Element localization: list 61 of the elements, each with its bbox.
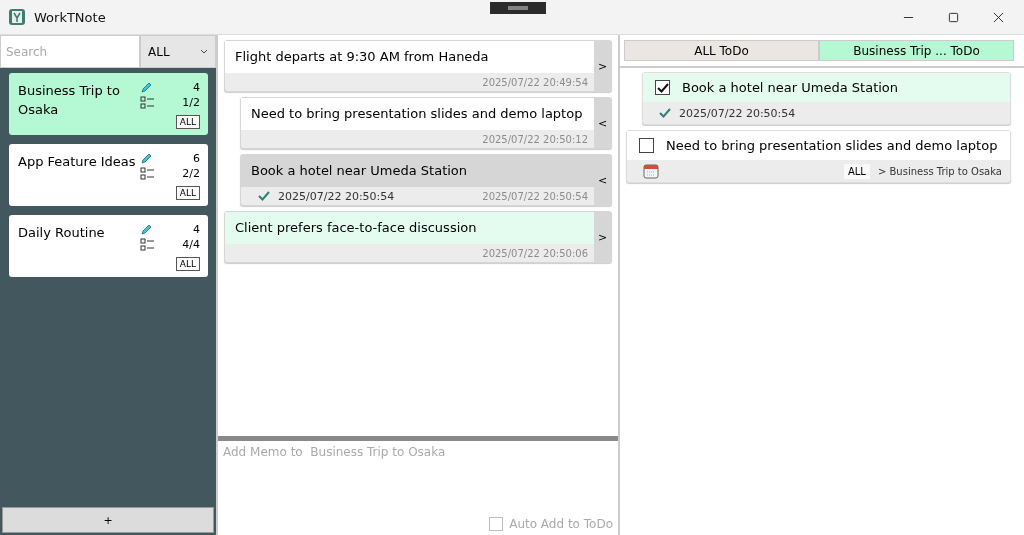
checklist-icon	[140, 96, 155, 109]
category-card[interactable]: Business Trip to Osaka 4 1/2 ALL	[9, 73, 208, 135]
memo-card[interactable]: Client prefers face-to-face discussion 2025/07/22 20:50:06 >	[224, 211, 612, 263]
all-button[interactable]: ALL	[175, 257, 200, 271]
memo-count: 4	[193, 81, 200, 94]
move-button[interactable]: <	[594, 98, 611, 148]
todo-text: Need to bring presentation slides and demo laptop	[666, 138, 998, 153]
auto-add-label: Auto Add to ToDo	[509, 517, 613, 531]
memo-text: Client prefers face-to-face discussion	[225, 212, 594, 244]
memo-text: Need to bring presentation slides and demo laptop	[241, 98, 594, 130]
category-name: Business Trip to Osaka	[18, 82, 121, 119]
pencil-icon	[140, 81, 153, 94]
checkmark-icon	[258, 191, 270, 201]
todo-tab[interactable]: Business Trip ... ToDo	[819, 40, 1014, 61]
todo-text: Book a hotel near Umeda Station	[682, 80, 899, 95]
memo-timestamp: 2025/07/22 20:50:12	[482, 133, 588, 145]
memo-card[interactable]: Flight departs at 9:30 AM from Haneda 2025/07/22 20:49:54 >	[224, 40, 612, 92]
category-tag[interactable]: ALL	[843, 163, 870, 179]
auto-add-checkbox[interactable]	[489, 517, 504, 531]
todo-card[interactable]: Need to bring presentation slides and demo laptop ALL > Business Trip to Osaka	[626, 130, 1011, 183]
add-category-button[interactable]: +	[2, 507, 214, 533]
app-icon	[8, 8, 26, 26]
pencil-icon	[140, 223, 153, 236]
filter-dropdown[interactable]: ALL	[140, 35, 216, 68]
drag-handle-icon[interactable]	[490, 2, 546, 14]
search-field[interactable]: Search	[0, 35, 140, 68]
move-button[interactable]: <	[594, 155, 611, 205]
todo-count: 4/4	[182, 238, 200, 251]
memo-timestamp: 2025/07/22 20:49:54	[482, 76, 588, 88]
memo-card[interactable]: Book a hotel near Umeda Station 2025/07/22 20:50:54 2025/07/22 20:50:54 <	[240, 154, 612, 206]
checklist-icon	[140, 238, 155, 251]
category-card[interactable]: Daily Routine 4 4/4 ALL	[9, 215, 208, 277]
pencil-icon	[140, 152, 153, 165]
memo-text: Flight departs at 9:30 AM from Haneda	[225, 41, 594, 73]
todo-count: 2/2	[182, 167, 200, 180]
all-button[interactable]: ALL	[175, 186, 200, 200]
category-card[interactable]: App Feature Ideas 6 2/2 ALL	[9, 144, 208, 206]
move-button[interactable]: >	[594, 41, 611, 91]
category-path: > Business Trip to Osaka	[877, 165, 1002, 177]
memo-count: 6	[193, 152, 200, 165]
todo-tab[interactable]: ALL ToDo	[624, 40, 819, 61]
memo-card[interactable]: Need to bring presentation slides and demo laptop 2025/07/22 20:50:12 <	[240, 97, 612, 149]
window-title: WorkTNote	[34, 9, 106, 25]
chevron-down-icon	[200, 49, 208, 54]
memo-count: 4	[193, 223, 200, 236]
todo-checkbox[interactable]	[655, 80, 670, 95]
memo-timestamp: 2025/07/22 20:50:06	[482, 247, 588, 259]
todo-checkbox[interactable]	[639, 138, 654, 153]
category-name: Daily Routine	[18, 224, 106, 242]
checklist-icon	[140, 167, 155, 180]
move-button[interactable]: >	[594, 212, 611, 262]
all-button[interactable]: ALL	[175, 115, 200, 129]
completed-time: 2025/07/22 20:50:54	[679, 106, 796, 120]
calendar-icon[interactable]	[643, 163, 659, 179]
memo-timestamp: 2025/07/22 20:50:54	[482, 190, 588, 202]
todo-card[interactable]: Book a hotel near Umeda Station 2025/07/22 20:50:54	[642, 72, 1011, 125]
completed-time: 2025/07/22 20:50:54	[278, 189, 395, 203]
category-name: App Feature Ideas	[18, 153, 137, 171]
todo-count: 1/2	[182, 96, 200, 109]
checkmark-icon	[659, 108, 671, 118]
memo-text: Book a hotel near Umeda Station	[241, 155, 594, 187]
